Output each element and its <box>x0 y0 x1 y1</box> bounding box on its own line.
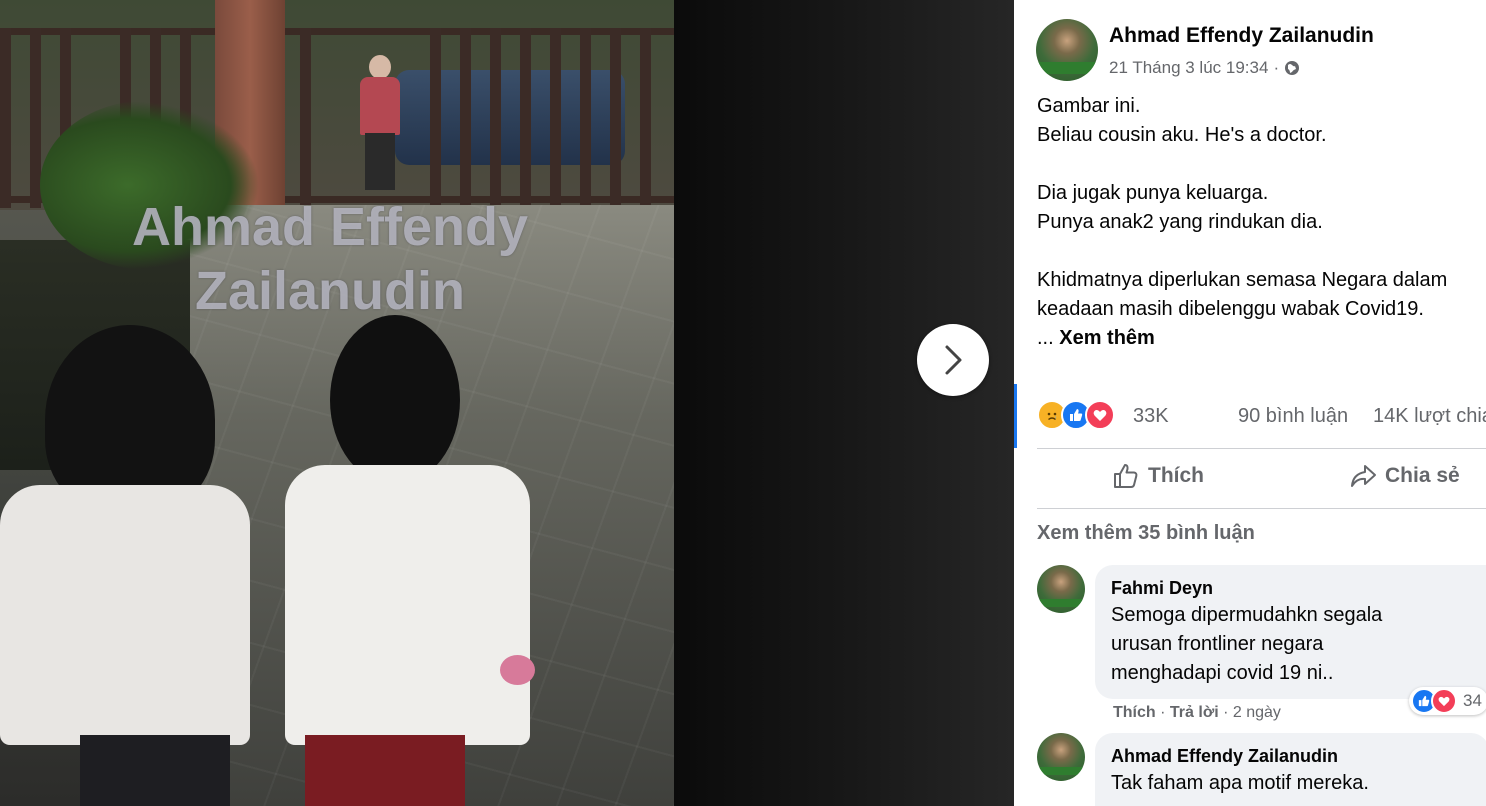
thumbs-up-icon <box>1114 464 1138 488</box>
boy-shirt <box>285 465 530 745</box>
pink-shoe <box>500 655 535 685</box>
child-girl <box>0 325 270 806</box>
avatar-frame-band <box>1036 62 1098 74</box>
gate-slat <box>300 28 311 208</box>
share-count[interactable]: 14K lượt chia sẻ <box>1373 405 1486 428</box>
post-line-blank <box>1037 237 1486 266</box>
action-separator: · <box>1160 704 1170 721</box>
comment: Fahmi Deyn Semoga dipermudahkn segala ur… <box>1037 565 1486 725</box>
comment-actions: Thích · Trả lời · 2 ngày <box>1113 704 1281 722</box>
commenter-avatar[interactable] <box>1037 565 1085 613</box>
photo-watermark: Ahmad Effendy Zailanudin <box>110 195 550 323</box>
ellipsis: ... <box>1037 327 1054 349</box>
gate-rail <box>0 28 675 35</box>
man-legs <box>365 133 395 190</box>
action-separator: · <box>1223 704 1233 721</box>
commenter-name[interactable]: Fahmi Deyn <box>1111 575 1473 601</box>
comment-like-link[interactable]: Thích <box>1113 704 1156 721</box>
comment-bubble: Ahmad Effendy Zailanudin Tak faham apa m… <box>1095 733 1486 806</box>
viewer-background <box>674 0 1014 806</box>
share-button[interactable]: Chia sẻ <box>1349 462 1460 490</box>
comment-time[interactable]: 2 ngày <box>1233 704 1281 721</box>
chevron-right-icon <box>945 345 962 375</box>
post-line: Khidmatnya diperlukan semasa Negara dala… <box>1037 269 1448 291</box>
gate-slat <box>430 28 441 208</box>
man-head <box>369 55 391 79</box>
avatar-frame-band <box>1037 598 1085 608</box>
author-avatar[interactable] <box>1036 19 1098 81</box>
gate-slat <box>610 28 621 208</box>
post-line: Gambar ini. <box>1037 95 1141 117</box>
reaction-icons[interactable] <box>1037 400 1115 430</box>
comment-line: Semoga dipermudahkn segala <box>1111 604 1383 626</box>
see-more-link[interactable]: Xem thêm <box>1059 327 1155 349</box>
gate-slat <box>640 28 651 208</box>
meta-separator: · <box>1273 58 1280 77</box>
commenter-avatar[interactable] <box>1037 733 1085 781</box>
love-reaction-icon <box>1085 400 1115 430</box>
view-more-comments-link[interactable]: Xem thêm 35 bình luận <box>1037 522 1255 545</box>
post-line: keadaan masih dibelenggu wabak Covid19. <box>1037 298 1424 320</box>
gate-slat <box>460 28 471 208</box>
love-reaction-icon <box>1431 688 1457 714</box>
post-line: Beliau cousin aku. He's a doctor. <box>1037 124 1327 146</box>
girl-pants <box>80 735 230 806</box>
comment-bubble: Fahmi Deyn Semoga dipermudahkn segala ur… <box>1095 565 1486 699</box>
commenter-name[interactable]: Ahmad Effendy Zailanudin <box>1111 743 1473 769</box>
comment-count[interactable]: 90 bình luận <box>1238 405 1348 428</box>
avatar-frame-band <box>1037 766 1085 776</box>
panel-accent-bar <box>1014 384 1017 448</box>
man-torso <box>360 77 400 135</box>
post-panel: Ahmad Effendy Zailanudin 21 Tháng 3 lúc … <box>1014 0 1486 806</box>
like-label: Thích <box>1148 464 1204 487</box>
share-label: Chia sẻ <box>1385 464 1460 487</box>
comment: Ahmad Effendy Zailanudin Tak faham apa m… <box>1037 733 1486 806</box>
comment-reply-link[interactable]: Trả lời <box>1170 704 1219 721</box>
post-photo[interactable]: Ahmad Effendy Zailanudin <box>0 0 675 806</box>
share-arrow-icon <box>1351 465 1376 487</box>
gate-slat <box>550 28 561 208</box>
gate-slat <box>0 28 11 208</box>
post-line: Dia jugak punya keluarga. <box>1037 182 1269 204</box>
boy-hair <box>330 315 460 485</box>
gate-slat <box>580 28 591 208</box>
post-line-more: ... Xem thêm <box>1037 324 1486 353</box>
gate-slat <box>490 28 501 208</box>
girl-shirt <box>0 485 250 745</box>
child-boy <box>285 315 545 806</box>
reaction-count[interactable]: 33K <box>1133 405 1169 428</box>
comment-line: Tak faham apa motif mereka. <box>1111 772 1369 794</box>
comment-reactions[interactable]: 34 <box>1409 687 1486 715</box>
author-name[interactable]: Ahmad Effendy Zailanudin <box>1109 24 1374 48</box>
like-button[interactable]: Thích <box>1112 462 1204 490</box>
watermark-line-1: Ahmad Effendy <box>131 197 529 257</box>
post-line: Punya anak2 yang rindukan dia. <box>1037 211 1323 233</box>
divider <box>1037 448 1486 449</box>
post-line-blank <box>1037 150 1486 179</box>
comment-reaction-count: 34 <box>1463 691 1482 710</box>
watermark-line-2: Zailanudin <box>195 261 465 321</box>
standing-man <box>355 55 405 190</box>
globe-icon <box>1285 61 1300 75</box>
post-meta: 21 Tháng 3 lúc 19:34 · <box>1109 58 1300 78</box>
comment-line: urusan frontliner negara <box>1111 633 1324 655</box>
post-timestamp[interactable]: 21 Tháng 3 lúc 19:34 <box>1109 58 1268 78</box>
comment-line: menghadapi covid 19 ni.. <box>1111 662 1334 684</box>
boy-pants <box>305 735 465 806</box>
divider <box>1037 508 1486 509</box>
post-text: Gambar ini. Beliau cousin aku. He's a do… <box>1037 92 1486 353</box>
next-photo-button[interactable] <box>917 324 989 396</box>
gate-slat <box>520 28 531 208</box>
photo-viewer: Ahmad Effendy Zailanudin <box>0 0 1014 806</box>
